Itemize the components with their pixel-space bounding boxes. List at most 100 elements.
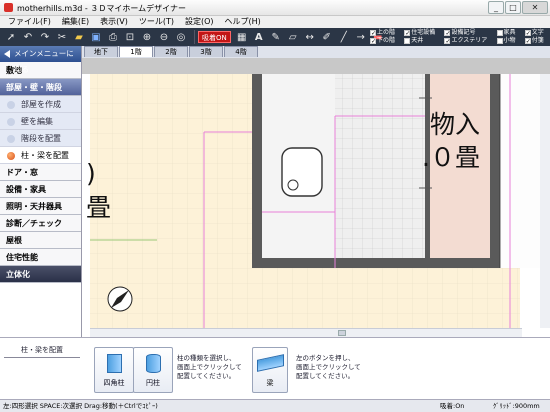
scissors-icon[interactable]: ✂	[55, 30, 69, 44]
sidebar-item-diagnosis[interactable]: 診断／チェック	[0, 215, 81, 232]
open-icon[interactable]: ▰	[72, 30, 86, 44]
floor-plan-drawing: 物入 .０畳 畳 )	[82, 58, 550, 328]
square-pillar-icon	[107, 354, 122, 373]
print-icon[interactable]: ⎙	[106, 30, 120, 44]
round-pillar-button[interactable]: 円柱	[133, 347, 173, 393]
floor-plan-canvas[interactable]: 物入 .０畳 畳 )	[82, 58, 550, 337]
check-housing-equipment[interactable]: ✓ 住宅設備	[404, 29, 441, 37]
beam-button[interactable]: 梁	[252, 347, 288, 393]
square-pillar-label: 四角柱	[103, 379, 125, 387]
tab-floor-4[interactable]: 4階	[224, 46, 258, 57]
grid-icon[interactable]: ▦	[235, 30, 249, 44]
square-pillar-button[interactable]: 四角柱	[94, 347, 134, 393]
line-icon[interactable]: ╱	[337, 30, 351, 44]
status-bar: 左:四形選択 SPACE:次選択 Drag:移動(＋Ctrlでｺﾋﾟｰ) 吸着:…	[0, 399, 550, 412]
toilet-outlet	[287, 179, 299, 191]
sidebar-item-equipment-furniture[interactable]: 設備・家具	[0, 181, 81, 198]
sidebar-item-place-pillars-beams[interactable]: 柱・梁を配置	[0, 147, 81, 164]
wall	[252, 258, 432, 268]
scroll-thumb[interactable]	[338, 330, 346, 336]
menu-settings[interactable]: 設定(O)	[185, 16, 214, 28]
left-room-size-label: 畳	[86, 193, 111, 222]
maximize-button[interactable]: □	[505, 1, 521, 14]
pencil-icon[interactable]: ✐	[320, 30, 334, 44]
checkbox-icon: ✓	[404, 30, 411, 37]
menu-bar: ファイル(F) 編集(E) 表示(V) ツール(T) 設定(O) ヘルプ(H)	[0, 16, 550, 28]
tab-floor-1[interactable]: 1階	[119, 46, 153, 57]
outer-band	[82, 58, 550, 74]
tab-floor-2[interactable]: 2階	[154, 46, 188, 57]
title-bar: motherhills.m3d - ３Ｄマイホームデザイナー _ □ ✕	[0, 0, 550, 16]
sidebar-item-create-room[interactable]: 部屋を作成	[0, 96, 81, 113]
pillar-hint: 柱の種類を選択し、 画面上でクリックして 配置してください。	[177, 354, 242, 380]
close-button[interactable]: ✕	[522, 1, 548, 14]
checkbox-icon: ✓	[444, 38, 451, 45]
checkbox-icon: ✓	[370, 38, 377, 45]
wall	[425, 258, 500, 268]
zoom-area-icon[interactable]: ◎	[174, 30, 188, 44]
compass-icon[interactable]	[107, 286, 133, 312]
left-room-fragment: )	[86, 159, 96, 188]
check-equipment-symbols[interactable]: ✓ 設備記号	[444, 29, 493, 37]
window-title: motherhills.m3d - ３Ｄマイホームデザイナー	[17, 4, 186, 13]
vertical-scrollbar[interactable]	[540, 74, 550, 328]
check-ceiling[interactable]: 天井	[404, 37, 441, 45]
undo-icon[interactable]: ↶	[21, 30, 35, 44]
sidebar-item-edit-walls[interactable]: 壁を編集	[0, 113, 81, 130]
check-sticky-notes[interactable]: ✓ 付箋	[524, 37, 550, 45]
check-lower-floor[interactable]: ✓ 下の階	[370, 37, 401, 45]
snap-toggle-button[interactable]: 吸着ON	[198, 31, 231, 43]
paint-icon[interactable]: ✎	[269, 30, 283, 44]
display-options: ✓ 上の階 ✓ 住宅設備 ✓ 設備記号 家具 ✓ 文字 ✓ 下の階 天井 ✓ エクステリア …	[370, 29, 550, 46]
fit-icon[interactable]: ⊡	[123, 30, 137, 44]
menu-help[interactable]: ヘルプ(H)	[225, 16, 261, 28]
window-controls: _ □ ✕	[488, 1, 548, 14]
closet-label: 物入	[430, 110, 480, 139]
checkbox-icon	[496, 30, 503, 36]
menu-edit[interactable]: 編集(E)	[62, 16, 89, 28]
zoom-in-icon[interactable]: ⊕	[140, 30, 154, 44]
checkbox-icon: ✓	[524, 30, 531, 37]
sidebar-item-place-stairs[interactable]: 階段を配置	[0, 130, 81, 147]
eraser-icon[interactable]: ▱	[286, 30, 300, 44]
sidebar-item-doors-windows[interactable]: ドア・窓	[0, 164, 81, 181]
closet-size-label: .０畳	[422, 143, 480, 172]
menu-view[interactable]: 表示(V)	[100, 16, 128, 28]
save-icon[interactable]: ▣	[89, 30, 103, 44]
wall	[490, 74, 500, 268]
check-accessories[interactable]: 小物	[496, 37, 522, 45]
floor-tabs: 地下 1階 2階 3階 4階	[82, 46, 550, 58]
pointer-icon[interactable]: ➚	[4, 30, 18, 44]
menu-file[interactable]: ファイル(F)	[8, 16, 51, 28]
horizontal-scrollbar[interactable]	[90, 328, 522, 337]
arrow-icon[interactable]: →	[354, 30, 368, 44]
dimension-icon[interactable]: ↔	[303, 30, 317, 44]
sidebar-item-rooms-walls-stairs[interactable]: 部屋・壁・階段	[0, 79, 81, 96]
sidebar-item-housing-performance[interactable]: 住宅性能	[0, 249, 81, 266]
check-upper-floor[interactable]: ✓ 上の階	[370, 29, 401, 37]
tab-floor-3[interactable]: 3階	[189, 46, 223, 57]
check-text[interactable]: ✓ 文字	[524, 29, 550, 37]
back-to-main-menu-button[interactable]: メインメニューに戻る	[0, 46, 81, 74]
tab-basement[interactable]: 地下	[84, 46, 118, 57]
status-hint: 左:四形選択 SPACE:次選択 Drag:移動(＋Ctrlでｺﾋﾟｰ)	[3, 402, 158, 410]
minimize-button[interactable]: _	[488, 1, 504, 14]
app-icon	[4, 3, 13, 12]
check-exterior[interactable]: ✓ エクステリア	[444, 37, 493, 45]
zoom-out-icon[interactable]: ⊖	[157, 30, 171, 44]
round-pillar-label: 円柱	[146, 379, 160, 387]
checkbox-icon: ✓	[444, 30, 451, 37]
beam-label: 梁	[266, 379, 274, 387]
toolbar-separator	[194, 30, 195, 44]
check-furniture[interactable]: 家具	[496, 29, 522, 37]
sidebar-item-roof[interactable]: 屋根	[0, 232, 81, 249]
panel-title: 柱・梁を配置	[4, 345, 80, 358]
sidebar-item-lighting[interactable]: 照明・天井器具	[0, 198, 81, 215]
checkbox-icon: ✓	[370, 30, 377, 37]
menu-tools[interactable]: ツール(T)	[139, 16, 174, 28]
sidebar-item-3d[interactable]: 立体化	[0, 266, 81, 283]
text-icon[interactable]: A	[252, 30, 266, 44]
tool-options-panel: 柱・梁を配置 四角柱 円柱 柱の種類を選択し、 画面上でクリックして 配置してく…	[0, 337, 550, 399]
sidebar-item-site[interactable]: 敷地	[0, 62, 81, 79]
redo-icon[interactable]: ↷	[38, 30, 52, 44]
